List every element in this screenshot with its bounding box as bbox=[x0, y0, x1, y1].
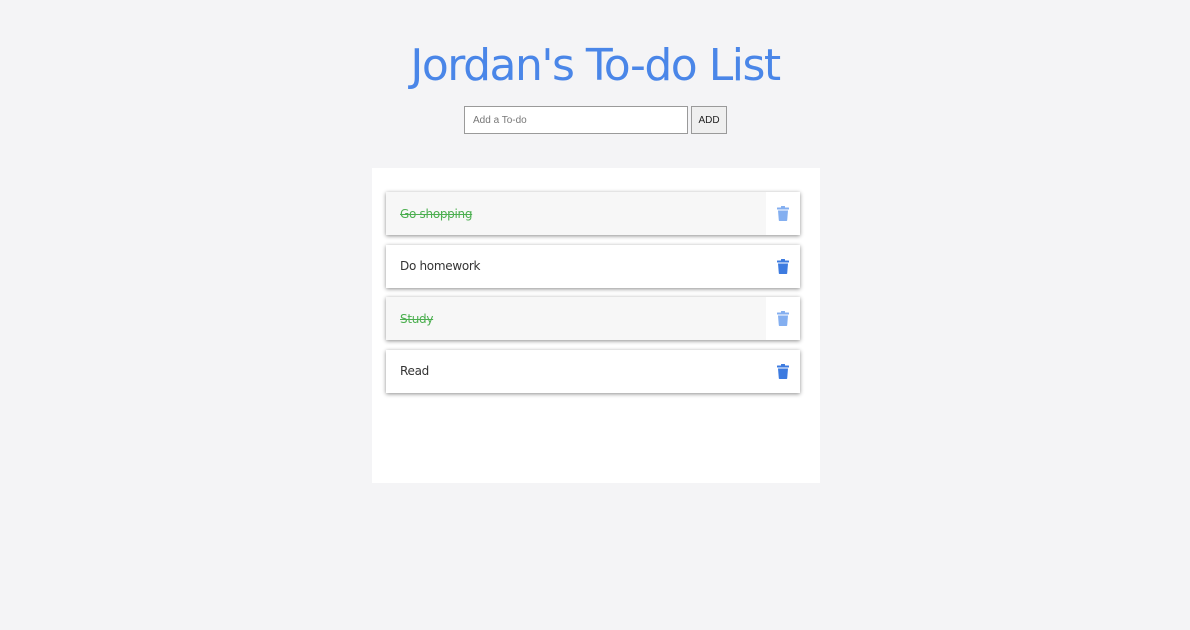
add-todo-form: ADD bbox=[464, 106, 727, 134]
todo-item-text: Do homework bbox=[400, 259, 481, 273]
todo-item[interactable]: Study bbox=[386, 297, 800, 340]
todo-item[interactable]: Read bbox=[386, 349, 800, 393]
todo-item-text: Study bbox=[400, 311, 434, 326]
trash-icon bbox=[777, 258, 789, 274]
todo-item-body[interactable]: Study bbox=[386, 297, 766, 340]
trash-icon bbox=[777, 206, 789, 221]
page-title: Jordan's To-do List bbox=[410, 40, 781, 91]
todo-item-body[interactable]: Read bbox=[386, 350, 766, 393]
todo-list-panel: Go shopping Do homework Study Read bbox=[372, 168, 820, 483]
todo-item[interactable]: Do homework bbox=[386, 244, 800, 288]
add-button[interactable]: ADD bbox=[691, 106, 727, 134]
todo-item-text: Read bbox=[400, 364, 429, 378]
todo-item-body[interactable]: Do homework bbox=[386, 245, 766, 288]
delete-button[interactable] bbox=[766, 297, 800, 340]
todo-input[interactable] bbox=[464, 106, 688, 134]
delete-button[interactable] bbox=[766, 245, 800, 288]
todo-item-text: Go shopping bbox=[400, 206, 473, 221]
delete-button[interactable] bbox=[766, 192, 800, 235]
trash-icon bbox=[777, 363, 789, 379]
todo-item-body[interactable]: Go shopping bbox=[386, 192, 766, 235]
delete-button[interactable] bbox=[766, 350, 800, 393]
todo-list: Go shopping Do homework Study Read bbox=[386, 192, 800, 402]
todo-item[interactable]: Go shopping bbox=[386, 192, 800, 235]
trash-icon bbox=[777, 311, 789, 326]
